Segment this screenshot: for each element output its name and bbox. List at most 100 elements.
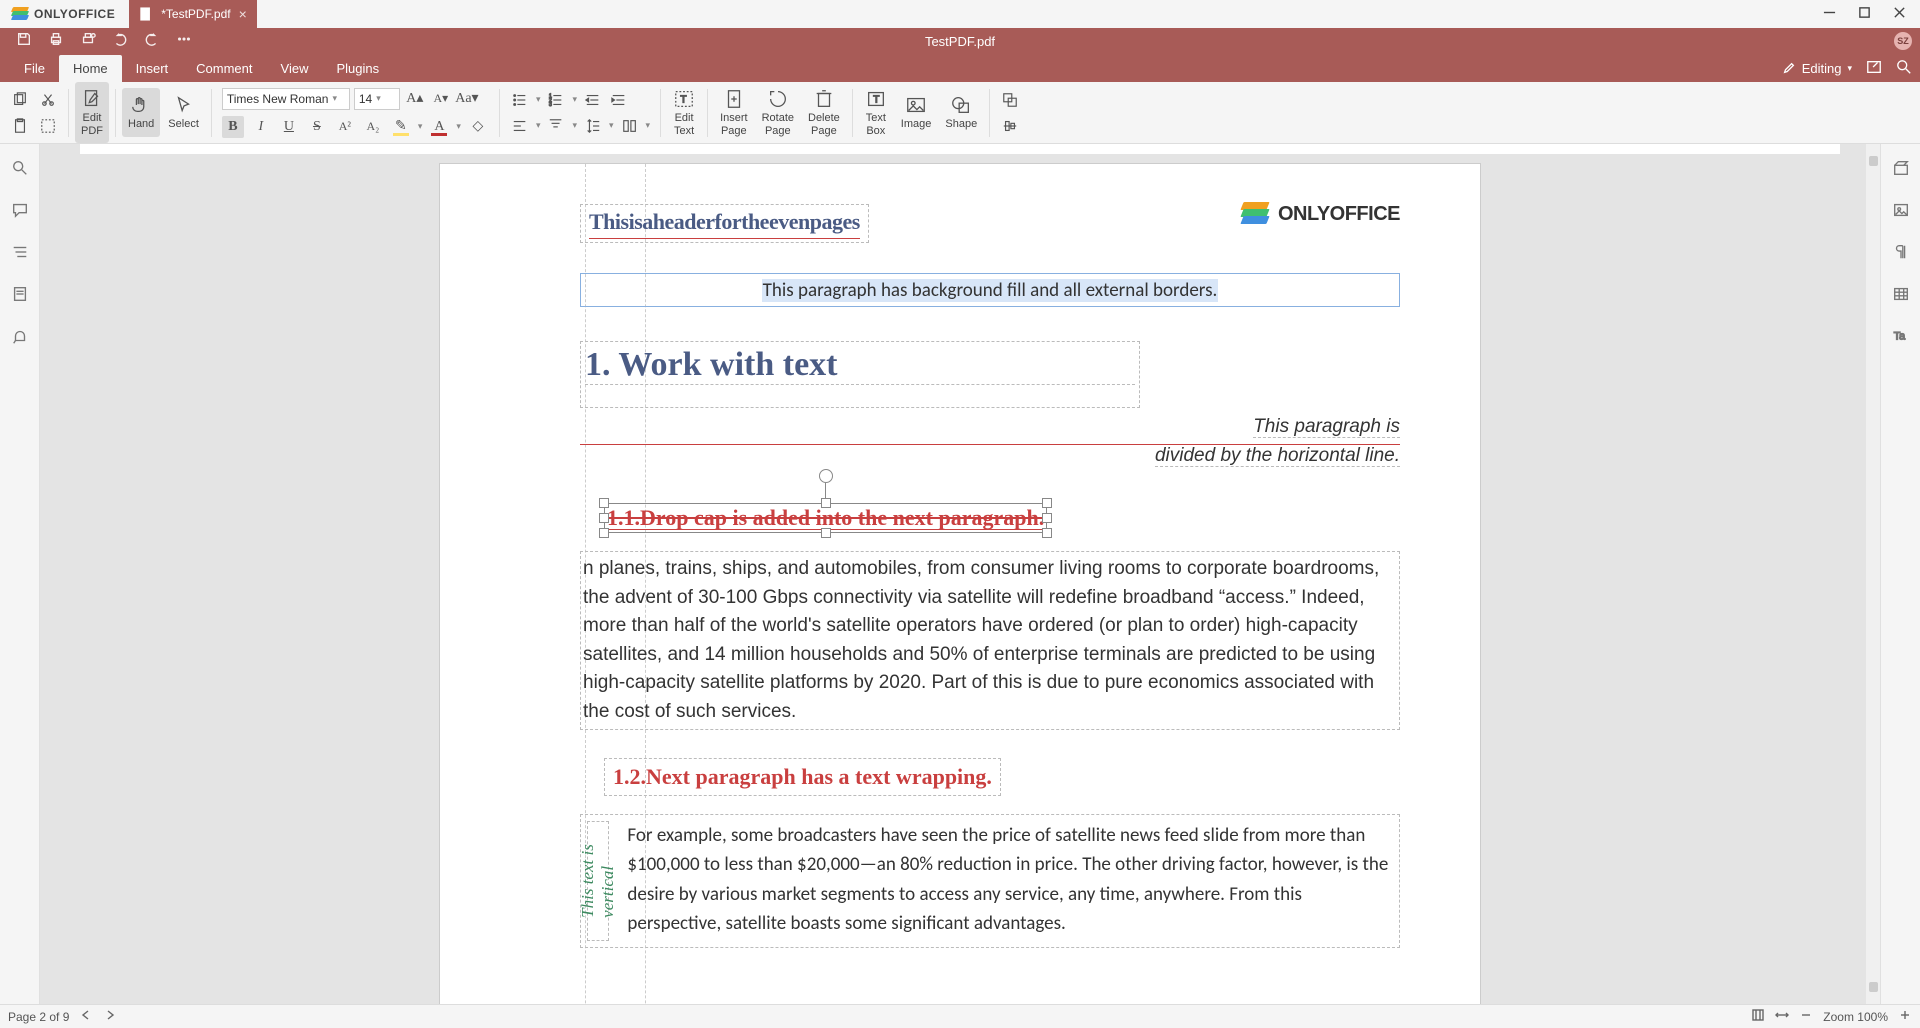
tab-view[interactable]: View [267, 55, 323, 82]
bullets-icon[interactable] [510, 90, 530, 110]
header-box[interactable]: Thisisaheaderfortheevenpages [580, 204, 869, 243]
scroll-down-arrow-icon[interactable] [1869, 982, 1878, 992]
selected-text-object[interactable]: 1.1.Drop cap is added into the next para… [604, 503, 1047, 533]
delete-page-button[interactable]: Delete Page [802, 82, 846, 142]
subheading-12[interactable]: 1.2.Next paragraph has a text wrapping. [604, 758, 1001, 796]
section-heading-box[interactable]: 1. Work with text [580, 341, 1140, 408]
resize-handle[interactable] [821, 528, 831, 538]
minimize-button[interactable] [1823, 6, 1836, 22]
tab-comment[interactable]: Comment [182, 55, 266, 82]
print-icon[interactable] [48, 31, 64, 52]
resize-handle[interactable] [599, 513, 609, 523]
change-case-icon[interactable]: Aa▾ [456, 88, 478, 110]
tab-home[interactable]: Home [59, 55, 122, 82]
select-all-icon[interactable] [38, 116, 58, 136]
feedback-icon[interactable] [6, 322, 34, 350]
increase-indent-icon[interactable] [609, 90, 629, 110]
image-settings-icon[interactable] [1887, 196, 1915, 224]
scroll-up-arrow-icon[interactable] [1869, 156, 1878, 166]
rotate-page-button[interactable]: Rotate Page [756, 82, 800, 142]
clear-style-icon[interactable]: ◇ [467, 116, 489, 138]
save-icon[interactable] [16, 31, 32, 52]
subscript-button[interactable]: A₂ [362, 116, 384, 138]
find-icon[interactable] [1896, 59, 1912, 78]
paste-icon[interactable] [10, 116, 30, 136]
document-tab[interactable]: *TestPDF.pdf × [129, 0, 257, 28]
tab-plugins[interactable]: Plugins [322, 55, 393, 82]
comments-panel-icon[interactable] [6, 196, 34, 224]
table-settings-icon[interactable] [1887, 280, 1915, 308]
tab-insert[interactable]: Insert [122, 55, 183, 82]
edit-text-button[interactable]: T Edit Text [667, 82, 701, 142]
prev-page-icon[interactable] [79, 1008, 93, 1025]
zoom-in-icon[interactable] [1898, 1008, 1912, 1025]
image-label: Image [901, 118, 932, 130]
paragraph-settings-icon[interactable] [1887, 238, 1915, 266]
resize-handle[interactable] [1042, 528, 1052, 538]
fit-width-icon[interactable] [1775, 1008, 1789, 1025]
vertical-scrollbar[interactable] [1866, 144, 1880, 1004]
redo-icon[interactable] [144, 31, 160, 52]
close-tab-icon[interactable]: × [239, 6, 247, 22]
tab-file[interactable]: File [10, 55, 59, 82]
align-v-icon[interactable] [546, 116, 566, 136]
cut-icon[interactable] [38, 90, 58, 110]
thumbnails-panel-icon[interactable] [6, 280, 34, 308]
superscript-button[interactable]: A² [334, 116, 356, 138]
columns-icon[interactable] [620, 116, 640, 136]
page-indicator[interactable]: Page 2 of 9 [8, 1010, 69, 1024]
shape-button[interactable]: Shape [939, 82, 983, 142]
increase-font-icon[interactable]: A▴ [404, 88, 426, 110]
textart-settings-icon[interactable]: Ta [1887, 322, 1915, 350]
font-size-combo[interactable]: 14▾ [354, 88, 400, 110]
underline-button[interactable]: U [278, 116, 300, 138]
numbering-icon[interactable]: 123 [546, 90, 566, 110]
open-location-icon[interactable] [1866, 59, 1882, 78]
resize-handle[interactable] [821, 498, 831, 508]
arrange-icon[interactable] [1000, 90, 1020, 110]
user-avatar[interactable]: SZ [1894, 32, 1912, 50]
bold-button[interactable]: B [222, 116, 244, 138]
align-h-icon[interactable] [510, 116, 530, 136]
zoom-out-icon[interactable] [1799, 1008, 1813, 1025]
hand-tool-button[interactable]: Hand [122, 88, 160, 136]
rotate-handle[interactable] [819, 469, 833, 483]
highlight-button[interactable]: ✎ [390, 116, 412, 138]
text-box-button[interactable]: T Text Box [859, 82, 893, 142]
strike-button[interactable]: S [306, 116, 328, 138]
resize-handle[interactable] [599, 528, 609, 538]
resize-handle[interactable] [1042, 498, 1052, 508]
editing-mode-dropdown[interactable]: Editing ▾ [1782, 61, 1852, 76]
vertical-text-box[interactable]: This text is vertical [587, 821, 609, 941]
more-icon[interactable] [176, 31, 192, 52]
decrease-font-icon[interactable]: A▾ [430, 88, 452, 110]
headings-panel-icon[interactable] [6, 238, 34, 266]
delete-page-label: Delete Page [808, 112, 840, 136]
find-panel-icon[interactable] [6, 154, 34, 182]
image-button[interactable]: Image [895, 82, 938, 142]
highlight-paragraph-box[interactable]: This paragraph has background fill and a… [580, 273, 1400, 307]
resize-handle[interactable] [1042, 513, 1052, 523]
shape-settings-icon[interactable] [1887, 154, 1915, 182]
italic-button[interactable]: I [250, 116, 272, 138]
maximize-button[interactable] [1858, 6, 1871, 22]
resize-handle[interactable] [599, 498, 609, 508]
copy-icon[interactable] [10, 90, 30, 110]
align-objects-icon[interactable] [1000, 116, 1020, 136]
decrease-indent-icon[interactable] [583, 90, 603, 110]
select-tool-button[interactable]: Select [162, 88, 205, 136]
close-window-button[interactable] [1893, 6, 1906, 22]
insert-page-button[interactable]: Insert Page [714, 82, 754, 142]
fit-page-icon[interactable] [1751, 1008, 1765, 1025]
line-spacing-icon[interactable] [583, 116, 603, 136]
wrap-block[interactable]: This text is vertical For example, some … [580, 814, 1400, 948]
edit-pdf-button[interactable]: Edit PDF [75, 82, 109, 142]
document-canvas[interactable]: Thisisaheaderfortheevenpages ONLYOFFICE … [40, 144, 1880, 1004]
quick-print-icon[interactable] [80, 31, 96, 52]
zoom-label[interactable]: Zoom 100% [1823, 1010, 1888, 1024]
paragraph-1[interactable]: n planes, trains, ships, and automobiles… [580, 551, 1400, 730]
font-name-combo[interactable]: Times New Roman▾ [222, 88, 350, 110]
undo-icon[interactable] [112, 31, 128, 52]
font-color-button[interactable]: A [428, 116, 450, 138]
next-page-icon[interactable] [103, 1008, 117, 1025]
